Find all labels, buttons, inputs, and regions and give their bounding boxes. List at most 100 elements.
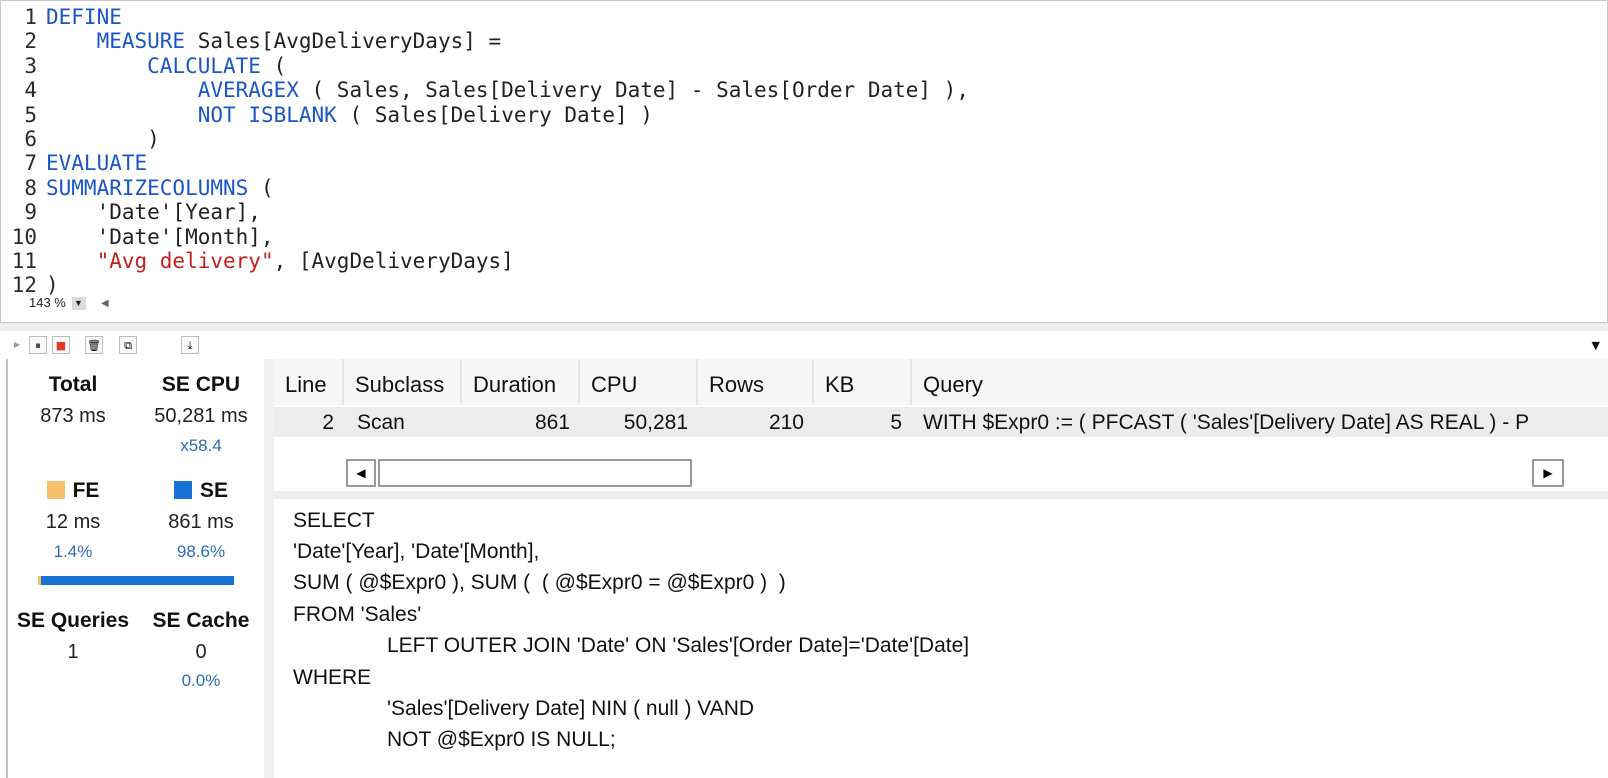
se-color-swatch — [173, 481, 192, 499]
dax-query-editor[interactable]: 1 DEFINE 2 MEASURE Sales[AvgDeliveryDays] … — [0, 0, 1608, 329]
code-token: ) — [46, 127, 160, 151]
code-line: 2 MEASURE Sales[AvgDeliveryDays] = — [1, 29, 501, 54]
line-number: 11 — [11, 249, 37, 273]
code-token: ( — [248, 175, 274, 200]
column-header-kb[interactable]: KB — [814, 359, 912, 405]
code-text: NOT ISBLANK ( Sales[Delivery Date] ) — [37, 103, 653, 128]
column-header-cpu[interactable]: CPU — [580, 359, 698, 405]
query-text-panel[interactable]: SELECT 'Date'[Year], 'Date'[Month], SUM … — [274, 491, 1608, 778]
cell-rows: 210 — [768, 411, 804, 434]
line-number: 5 — [24, 102, 37, 127]
code-token: ( Sales[Delivery Date] ) — [336, 102, 653, 127]
fe-label: FE — [72, 479, 100, 502]
column-header-rows[interactable]: Rows — [698, 359, 814, 405]
editor-scroll-left-icon[interactable]: ◀ — [101, 298, 109, 309]
code-line: 10 'Date'[Month], — [1, 225, 274, 250]
code-line: 4 AVERAGEX ( Sales, Sales[Delivery Date]… — [1, 78, 969, 103]
collapse-panel-icon[interactable]: ▼ — [1592, 339, 1600, 352]
se-cpu-factor: x58.4 — [180, 436, 222, 455]
scroll-right-icon[interactable]: ▶ — [1532, 459, 1564, 487]
cell-duration: 861 — [534, 411, 570, 434]
query-line: FROM 'Sales' — [293, 603, 422, 626]
column-header-query[interactable]: Query — [912, 359, 1608, 405]
se-cache-percent: 0.0% — [181, 671, 221, 690]
timings-summary: Total SE CPU 873 ms 50,281 ms x58.4 FE S… — [6, 359, 266, 778]
keyword-token: AVERAGEX — [197, 78, 299, 103]
line-number: 6 — [24, 127, 37, 151]
total-value: 873 ms — [40, 405, 106, 427]
code-line: 6 ) — [1, 127, 160, 152]
line-number: 7 — [24, 151, 37, 176]
zoom-dropdown-icon[interactable]: ▼ — [71, 297, 86, 311]
code-text: EVALUATE — [37, 151, 147, 176]
code-text: AVERAGEX ( Sales, Sales[Delivery Date] -… — [37, 78, 969, 103]
code-token: Sales[AvgDeliveryDays] = — [185, 29, 502, 54]
se-queries-value: 1 — [67, 641, 79, 663]
se-cpu-label: SE CPU — [161, 373, 241, 396]
keyword-token: SUMMARIZECOLUMNS — [46, 175, 249, 200]
line-number: 9 — [24, 200, 37, 225]
server-timings-pane: Total SE CPU 873 ms 50,281 ms x58.4 FE S… — [0, 359, 1608, 778]
code-text: SUMMARIZECOLUMNS ( — [37, 176, 274, 201]
se-legend: SE — [138, 479, 264, 503]
export-icon[interactable]: ⤓ — [181, 336, 199, 354]
fe-se-ratio-bar — [38, 576, 234, 585]
grid-header: Line Subclass Duration CPU Rows KB Query — [274, 359, 1608, 405]
run-icon[interactable]: ▶ — [8, 336, 26, 354]
code-line: 8 SUMMARIZECOLUMNS ( — [1, 175, 274, 201]
fe-ratio-fill — [38, 576, 41, 585]
se-cache-value: 0 — [195, 641, 207, 663]
keyword-token: ISBLANK — [248, 102, 337, 127]
line-number: 3 — [24, 53, 37, 78]
se-value: 861 ms — [168, 511, 234, 533]
column-header-subclass[interactable]: Subclass — [344, 359, 462, 405]
grid-horizontal-scrollbar[interactable]: ◀ — [346, 459, 692, 487]
se-percent: 98.6% — [176, 542, 226, 561]
code-text: "Avg delivery", [AvgDeliveryDays] — [37, 249, 514, 274]
stats-grid-splitter[interactable] — [264, 359, 274, 778]
code-text: DEFINE — [37, 5, 122, 30]
query-line: SUM ( @$Expr0 ), SUM ( ( @$Expr0 = @$Exp… — [293, 571, 786, 594]
code-token: , [AvgDeliveryDays] — [273, 249, 514, 273]
cell-cpu: 50,281 — [623, 411, 688, 434]
pause-icon[interactable]: ⏸ — [29, 336, 47, 354]
code-token: ) — [46, 273, 59, 298]
table-row[interactable]: 2 Scan 861 50,281 210 5 WITH $Expr0 := (… — [274, 407, 1608, 437]
scroll-left-icon[interactable]: ◀ — [346, 459, 376, 487]
code-text: CALCULATE ( — [37, 54, 286, 79]
stop-icon[interactable]: ■ — [52, 336, 70, 354]
clear-icon[interactable]: 🗑 — [85, 336, 103, 354]
code-text: 'Date'[Month], — [37, 225, 274, 250]
string-token: "Avg delivery" — [96, 249, 274, 273]
line-number: 1 — [24, 5, 37, 29]
query-panel-separator — [274, 491, 1608, 499]
zoom-control[interactable]: 143 % ▼ — [29, 295, 86, 313]
line-number: 10 — [11, 224, 37, 249]
keyword-token: EVALUATE — [46, 151, 148, 176]
keyword-token: CALCULATE — [147, 53, 261, 78]
server-timings-toolbar: ▶ ⏸ ■ 🗑 ⧉ ⤓ ▼ — [0, 331, 1608, 359]
cell-query: WITH $Expr0 := ( PFCAST ( 'Sales'[Delive… — [923, 411, 1530, 434]
copy-icon[interactable]: ⧉ — [119, 336, 137, 354]
se-cpu-value: 50,281 ms — [154, 405, 248, 427]
cell-line: 2 — [322, 411, 334, 434]
fe-value: 12 ms — [45, 511, 101, 533]
line-number: 8 — [24, 175, 37, 200]
column-header-duration[interactable]: Duration — [462, 359, 580, 405]
fe-percent: 1.4% — [53, 542, 93, 561]
fe-legend: FE — [8, 479, 138, 503]
scroll-thumb[interactable] — [378, 459, 692, 487]
cell-kb: 5 — [890, 411, 902, 434]
code-token: ( — [260, 53, 287, 78]
column-header-line[interactable]: Line — [274, 359, 344, 405]
code-token: 'Date'[Month], — [46, 224, 274, 249]
se-cache-label: SE Cache — [152, 609, 250, 632]
code-token: ( Sales, Sales[Delivery Date] - Sales[Or… — [298, 78, 969, 103]
query-line: 'Date'[Year], 'Date'[Month], — [293, 540, 540, 563]
